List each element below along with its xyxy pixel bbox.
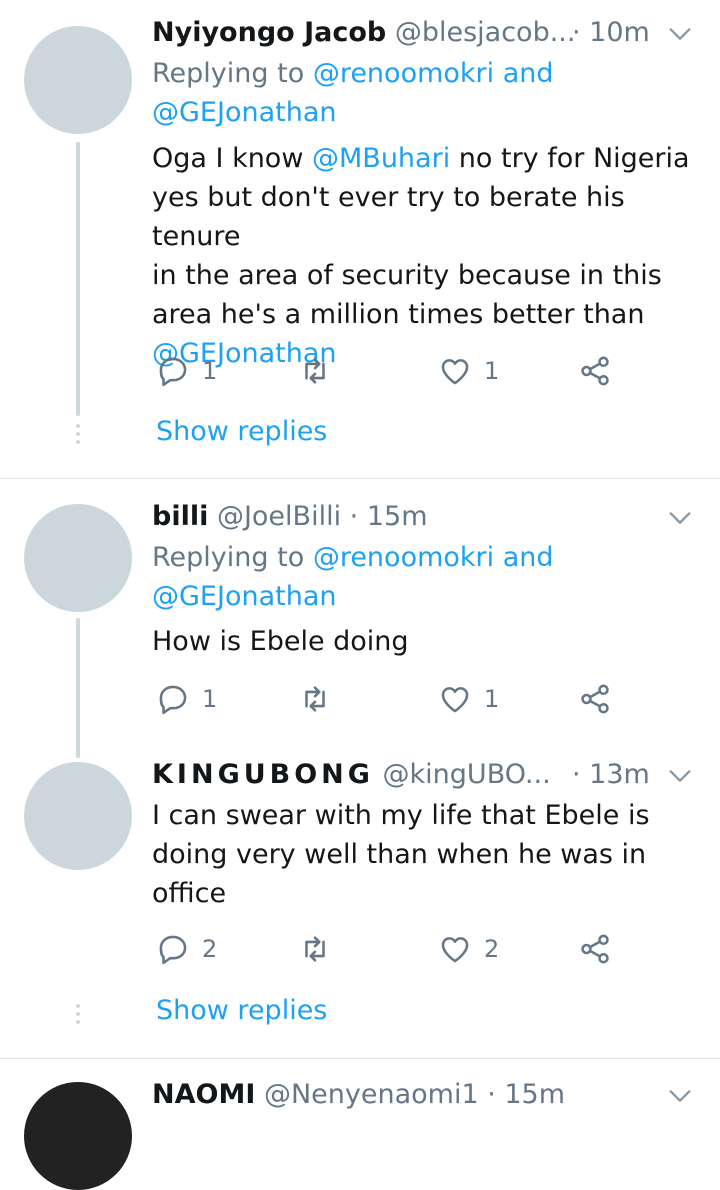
display-name[interactable]: KINGUBONG [152,759,374,790]
retweet-button[interactable] [298,354,332,388]
mention-link[interactable]: @renoomokri and [313,58,554,89]
timestamp[interactable]: · 10m [572,16,650,50]
retweet-icon [305,936,325,962]
mention-link[interactable]: @GEJonathan [152,581,336,612]
avatar[interactable] [24,1082,132,1190]
text-segment: yes but don't ever try to berate his ten… [152,182,625,252]
timestamp[interactable]: · 15m [487,1079,565,1110]
share-icon [581,684,609,714]
like-count: 1 [484,685,500,713]
reply-count: 1 [202,357,218,385]
share-icon [581,356,609,386]
replying-to-label: Replying to [152,58,313,89]
thread-dots [76,424,80,448]
avatar[interactable] [24,26,132,134]
like-button[interactable]: 1 [438,682,499,716]
reply-button[interactable]: 1 [156,354,217,388]
share-button[interactable] [578,682,612,716]
replying-to-label: Replying to [152,542,313,573]
chevron-down-icon[interactable] [666,20,694,48]
divider [0,478,720,479]
retweet-icon [305,686,325,712]
timestamp[interactable]: · 13m [572,758,650,792]
reply-button[interactable]: 2 [156,932,217,966]
like-button[interactable]: 2 [438,932,499,966]
heart-icon [441,937,469,963]
retweet-icon [305,358,325,384]
chevron-down-icon[interactable] [666,762,694,790]
share-icon [581,934,609,964]
thread-line [76,142,80,416]
text-segment: Oga I know [152,143,312,174]
text-segment: in the area of security because in this [152,260,662,291]
user-handle[interactable]: @Nenyenaomi1 [264,1079,479,1110]
tweet-header: KINGUBONG @kingUBO... [152,758,551,792]
retweet-button[interactable] [298,932,332,966]
show-replies-link[interactable]: Show replies [156,416,327,447]
heart-icon [441,687,469,713]
tweet-text: Oga I know @MBuhari no try for Nigeria y… [152,139,702,373]
divider [0,1058,720,1059]
avatar[interactable] [24,762,132,870]
tweet-text: How is Ebele doing [152,626,409,657]
tweet-header: billi @JoelBilli · 15m [152,500,428,534]
thread-dots [76,1004,80,1028]
replying-to: Replying to @renoomokri and @GEJonathan [152,538,554,616]
tweet-text: I can swear with my life that Ebele is d… [152,796,702,913]
like-button[interactable]: 1 [438,354,499,388]
share-button[interactable] [578,354,612,388]
like-count: 2 [484,935,500,963]
show-replies-link[interactable]: Show replies [156,995,327,1026]
user-handle[interactable]: @kingUBO... [383,759,551,790]
thread-line [76,618,80,758]
heart-icon [441,359,469,385]
replying-to: Replying to @renoomokri and @GEJonathan [152,54,554,132]
tweet-header: NAOMI @Nenyenaomi1 · 15m [152,1078,565,1112]
reply-icon [159,685,187,715]
text-segment: area he's a million times better than [152,299,645,330]
display-name[interactable]: Nyiyongo Jacob [152,17,386,48]
retweet-button[interactable] [298,682,332,716]
display-name[interactable]: billi [152,501,208,532]
tweet-header: Nyiyongo Jacob @blesjacob... [152,16,575,50]
text-segment: doing very well than when he was in [152,839,647,870]
text-segment: office [152,878,227,909]
reply-icon [159,357,187,387]
timestamp[interactable]: · 15m [350,501,428,532]
user-handle[interactable]: @blesjacob... [395,17,576,48]
reply-icon [159,935,187,965]
avatar[interactable] [24,504,132,612]
chevron-down-icon[interactable] [666,1082,694,1110]
mention-link[interactable]: @GEJonathan [152,97,336,128]
mention-link[interactable]: @MBuhari [312,143,450,174]
user-handle[interactable]: @JoelBilli [217,501,341,532]
reply-button[interactable]: 1 [156,682,217,716]
like-count: 1 [484,357,500,385]
reply-count: 2 [202,935,218,963]
text-segment: no try for Nigeria [450,143,690,174]
reply-count: 1 [202,685,218,713]
mention-link[interactable]: @renoomokri and [313,542,554,573]
display-name[interactable]: NAOMI [152,1079,255,1110]
chevron-down-icon[interactable] [666,504,694,532]
text-segment: I can swear with my life that Ebele is [152,800,650,831]
share-button[interactable] [578,932,612,966]
